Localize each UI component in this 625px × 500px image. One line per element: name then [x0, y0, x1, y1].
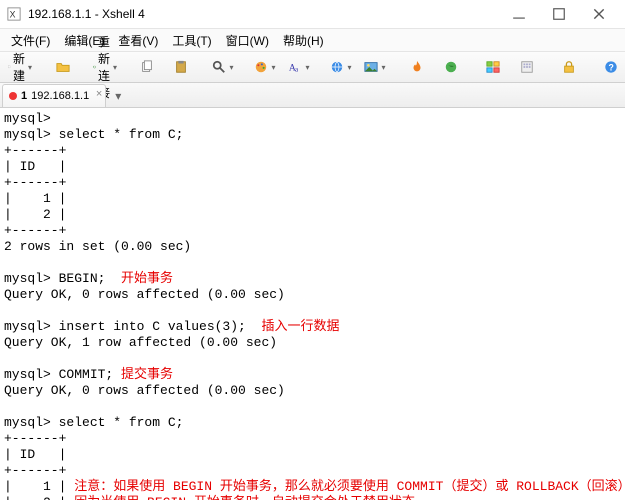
chevron-down-icon: ▾ — [381, 63, 385, 72]
globe-small-button[interactable] — [435, 54, 467, 80]
find-button[interactable]: ▾ — [207, 54, 239, 80]
menu-window[interactable]: 窗口(W) — [219, 30, 276, 51]
keypad-button[interactable] — [511, 54, 543, 80]
photo-button[interactable]: ▾ — [359, 54, 391, 80]
menubar: 文件(F) 编辑(E) 查看(V) 工具(T) 窗口(W) 帮助(H) — [0, 29, 625, 52]
terminal-line: | ID | — [4, 447, 66, 462]
reconnect-button[interactable]: 重新连接 ▾ — [89, 54, 121, 80]
annotation-note1: 注意：如果使用 BEGIN 开始事务，那么就必须要使用 COMMIT（提交）或 … — [66, 479, 625, 494]
app-icon: X — [6, 6, 22, 22]
terminal-container: mysql> mysql> select * from C; +------+ … — [0, 108, 625, 500]
annotation-commit: 提交事务 — [113, 367, 173, 382]
terminal-line: | 2 | — [4, 495, 66, 500]
terminal-line: | 1 | — [4, 191, 66, 206]
minimize-button[interactable] — [499, 1, 539, 27]
window-title: 192.168.1.1 - Xshell 4 — [28, 7, 145, 21]
open-button[interactable] — [47, 54, 79, 80]
window-titlebar: X 192.168.1.1 - Xshell 4 — [0, 0, 625, 29]
font-button[interactable]: Aa ▾ — [283, 54, 315, 80]
menu-tools[interactable]: 工具(T) — [165, 30, 218, 51]
copy-button[interactable] — [131, 54, 163, 80]
terminal-line: | 2 | — [4, 207, 66, 222]
globe-button[interactable]: ▾ — [325, 54, 357, 80]
chevron-down-icon: ▾ — [113, 63, 117, 72]
chevron-down-icon: ▾ — [305, 63, 309, 72]
tab-label: 192.168.1.1 — [31, 90, 89, 102]
terminal-line: Query OK, 0 rows affected (0.00 sec) — [4, 383, 285, 398]
tab-bar: 1 192.168.1.1 × ▾ — [0, 83, 625, 108]
chevron-down-icon: ▾ — [347, 63, 351, 72]
menu-view[interactable]: 查看(V) — [111, 30, 165, 51]
terminal-line: mysql> BEGIN; — [4, 271, 105, 286]
tab-close-icon[interactable]: × — [96, 88, 102, 100]
chevron-down-icon: ▾ — [28, 63, 32, 72]
terminal-line: +------+ — [4, 463, 66, 478]
menu-help[interactable]: 帮助(H) — [276, 30, 331, 51]
chevron-down-icon: ▾ — [229, 63, 233, 72]
terminal-line: +------+ — [4, 175, 66, 190]
help-button[interactable]: ? — [595, 54, 625, 80]
lock-button[interactable] — [553, 54, 585, 80]
fire-button[interactable] — [401, 54, 433, 80]
terminal-line: +------+ — [4, 223, 66, 238]
terminal-line: +------+ — [4, 143, 66, 158]
terminal-line: mysql> — [4, 111, 51, 126]
status-dot-icon — [9, 92, 17, 100]
terminal-line: mysql> insert into C values(3); — [4, 319, 246, 334]
svg-text:a: a — [295, 65, 299, 73]
annotation-note2: 因为当使用 BEGIN 开始事务时，自动提交会处于禁用状态 — [66, 495, 414, 500]
terminal-line: mysql> select * from C; — [4, 127, 183, 142]
paste-button[interactable] — [165, 54, 197, 80]
new-tab-button[interactable]: ▾ — [110, 89, 126, 103]
new-button[interactable]: 新建 ▾ — [4, 54, 37, 80]
svg-text:X: X — [10, 10, 16, 20]
terminal-line: +------+ — [4, 431, 66, 446]
annotation-begin: 开始事务 — [105, 271, 173, 286]
toolbar: 新建 ▾ 重新连接 ▾ ▾ ▾ Aa ▾ ▾ ▾ — [0, 52, 625, 83]
terminal-line: | 1 | — [4, 479, 66, 494]
new-label: 新建 — [13, 50, 25, 84]
chevron-down-icon: ▾ — [271, 63, 275, 72]
maximize-button[interactable] — [539, 1, 579, 27]
menu-file[interactable]: 文件(F) — [4, 30, 57, 51]
svg-text:?: ? — [609, 63, 614, 73]
terminal-line: mysql> COMMIT; — [4, 367, 113, 382]
tab-index: 1 — [21, 90, 27, 102]
close-button[interactable] — [579, 1, 619, 27]
terminal-line: Query OK, 1 row affected (0.00 sec) — [4, 335, 277, 350]
terminal-line: Query OK, 0 rows affected (0.00 sec) — [4, 287, 285, 302]
window-controls — [499, 1, 619, 27]
terminal[interactable]: mysql> mysql> select * from C; +------+ … — [0, 109, 625, 500]
session-tab[interactable]: 1 192.168.1.1 × — [2, 84, 106, 107]
terminal-line: 2 rows in set (0.00 sec) — [4, 239, 191, 254]
panes-button[interactable] — [477, 54, 509, 80]
palette-button[interactable]: ▾ — [249, 54, 281, 80]
terminal-line: | ID | — [4, 159, 66, 174]
terminal-line: mysql> select * from C; — [4, 415, 183, 430]
annotation-insert: 插入一行数据 — [246, 319, 340, 334]
